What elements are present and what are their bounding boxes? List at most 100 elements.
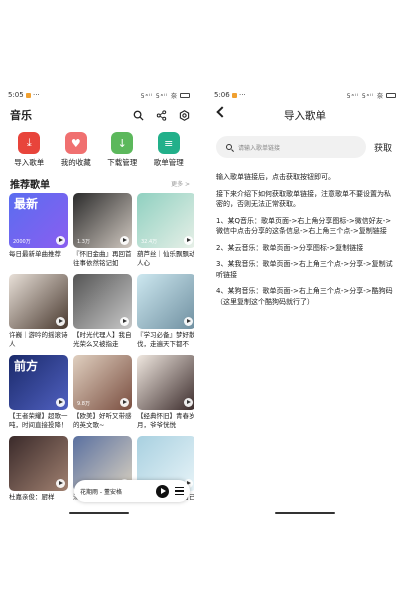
playlist-cover — [73, 274, 132, 329]
now-playing-title: 花期雨 - 董安格 — [80, 488, 122, 496]
playlist-cover: 1.3万 — [73, 193, 132, 248]
quick-actions: ⤓ 导入歌单 ♥ 我的收藏 ↓ 下载管理 ≡ 歌单管理 — [4, 132, 194, 168]
cover-text: 最新 — [14, 197, 39, 211]
playlist-card[interactable]: 『学习必备』梦好散伐，走遍天下都不 — [137, 274, 194, 351]
import-icon: ⤓ — [18, 132, 41, 154]
status-time: 5:05 — [8, 91, 24, 99]
play-icon[interactable] — [56, 236, 65, 245]
playlist-card[interactable]: 许巍｜游吟的摇滚诗人 — [9, 274, 68, 351]
play-icon[interactable] — [56, 479, 65, 488]
instruction-paragraph: 2、某云音乐：歌单页面->分享图标->复制链接 — [216, 243, 364, 252]
playlist-cover: 前方 — [9, 355, 68, 410]
playlist-name: 许巍｜游吟的摇滚诗人 — [9, 331, 68, 348]
status-bar: 5:06 ··· 5ᵃⁱˡ 5ᵃⁱˡ 奈 — [210, 88, 400, 102]
status-bar: 5:05 ··· 5ᵃⁱˡ 5ᵃⁱˡ 奈 — [4, 88, 194, 102]
notification-icon — [231, 92, 237, 98]
quick-action-label: 歌单管理 — [153, 158, 184, 167]
recommend-header: 推荐歌单 更多 > — [4, 176, 194, 191]
playlist-name: 【时光代理人】我自光荣么又被指走 — [73, 331, 132, 348]
import-playlist-screen: 5:06 ··· 5ᵃⁱˡ 5ᵃⁱˡ 奈 导入歌单 请输入歌单链接 获取 输入歌… — [210, 88, 400, 518]
playlist-card[interactable]: 前方 【王者荣耀】超歌一吨，时间直接投降！ — [9, 355, 68, 432]
playlist-icon: ≡ — [157, 132, 180, 154]
playlist-cover — [137, 355, 194, 410]
play-icon[interactable] — [56, 398, 65, 407]
playlist-card[interactable]: 9.8万【欧美】好听又带感的英文歌~ — [73, 355, 132, 432]
heart-icon: ♥ — [64, 132, 87, 154]
playlist-card[interactable]: 【经典怀旧】青春岁月，爷爷恍悦 — [137, 355, 194, 432]
instruction-paragraph: 4、某狗音乐：歌单页面->右上角三个点->分享->酷狗码（这里复制这个酷狗码就行… — [216, 287, 393, 306]
instruction-paragraph: 接下来介绍下如何获取歌单链接，注意歌单不要设置为私密的，否则无法正常获取。 — [216, 189, 391, 209]
input-placeholder: 请输入歌单链接 — [238, 144, 281, 152]
playlist-cover — [137, 274, 194, 329]
signal-icon: 5ᵃⁱˡ 5ᵃⁱˡ 奈 — [140, 92, 178, 100]
instruction-paragraph: 3、某我音乐：歌单页面->右上角三个点->分享->复制试听链接 — [216, 260, 393, 279]
more-link[interactable]: 更多 > — [171, 179, 190, 188]
playlist-name: 葫芦丝｜仙乐飘飘动人心 — [137, 250, 194, 267]
instructions: 输入歌单链接后，点击获取按钮即可。接下来介绍下如何获取歌单链接，注意歌单不要设置… — [210, 172, 400, 307]
header: 导入歌单 — [210, 102, 400, 128]
playlist-grid: 最新 2000万 每日最新单曲推荐 1.3万 『怀旧金曲』再回首往事依然铭记如 32.4万… — [4, 190, 194, 513]
status-time: 5:06 — [214, 91, 230, 99]
instruction-paragraph: 输入歌单链接后，点击获取按钮即可。 — [216, 173, 335, 181]
play-count: 1.3万 — [77, 239, 90, 245]
playlist-name: 每日最新单曲推荐 — [9, 250, 61, 258]
quick-action-label: 导入歌单 — [14, 158, 45, 167]
battery-icon — [386, 93, 396, 98]
playlist-cover: 9.8万 — [73, 355, 132, 410]
playlist-name: 【欧美】好听又带感的英文歌~ — [73, 412, 132, 429]
cover-text: 前方 — [14, 359, 39, 373]
fetch-button[interactable]: 获取 — [374, 141, 392, 154]
play-button-icon[interactable] — [156, 484, 169, 498]
search-icon[interactable] — [133, 110, 144, 121]
play-count: 32.4万 — [141, 239, 158, 245]
share-icon[interactable] — [156, 109, 167, 121]
play-icon[interactable] — [120, 236, 129, 245]
signal-icon: 5ᵃⁱˡ 5ᵃⁱˡ 奈 — [346, 92, 384, 100]
playlist-cover — [9, 436, 68, 491]
playlist-name: 杜嘉亲俊：厨样 — [9, 493, 55, 501]
playlist-card[interactable]: 最新 2000万每日最新单曲推荐 — [9, 193, 68, 270]
page-title: 导入歌单 — [284, 109, 326, 122]
playlist-link-input[interactable]: 请输入歌单链接 — [216, 136, 366, 158]
play-icon[interactable] — [184, 317, 193, 326]
quick-action-2[interactable]: ↓ 下载管理 — [100, 132, 144, 168]
settings-icon[interactable] — [179, 109, 190, 121]
search-icon — [226, 144, 232, 150]
playlist-name: 『怀旧金曲』再回首往事依然铭记如 — [73, 250, 132, 267]
playlist-card[interactable]: 杜嘉亲俊：厨样 — [9, 436, 68, 513]
app-bar: 音乐 — [4, 102, 194, 128]
quick-action-label: 下载管理 — [107, 158, 138, 167]
music-home-screen: 5:05 ··· 5ᵃⁱˡ 5ᵃⁱˡ 奈 音乐 ⤓ 导入歌单 ♥ 我的收藏 ↓ 下载管理 ≡… — [4, 88, 194, 518]
playlist-card[interactable]: 【时光代理人】我自光荣么又被指走 — [73, 274, 132, 351]
quick-action-3[interactable]: ≡ 歌单管理 — [147, 132, 191, 168]
notification-icon — [25, 92, 31, 98]
playlist-cover — [9, 274, 68, 329]
quick-action-0[interactable]: ⤓ 导入歌单 — [7, 132, 51, 168]
mini-player[interactable]: 花期雨 - 董安格 — [74, 480, 190, 502]
playlist-card[interactable]: 1.3万『怀旧金曲』再回首往事依然铭记如 — [73, 193, 132, 270]
play-icon[interactable] — [184, 398, 193, 407]
play-count: 2000万 — [13, 239, 31, 245]
quick-action-label: 我的收藏 — [60, 158, 91, 167]
link-input-row: 请输入歌单链接 获取 — [210, 136, 400, 158]
instruction-paragraph: 1、某Q音乐：歌单页面->右上角分享图标->微信好友->微信中点击分享的这条信息… — [216, 216, 392, 236]
playlist-cover: 32.4万 — [137, 193, 194, 248]
play-icon[interactable] — [120, 398, 129, 407]
status-dots: ··· — [32, 91, 40, 99]
playlist-card[interactable]: 32.4万葫芦丝｜仙乐飘飘动人心 — [137, 193, 194, 270]
battery-icon — [180, 93, 190, 98]
status-dots: ··· — [238, 91, 246, 99]
play-icon[interactable] — [184, 236, 193, 245]
page-title: 音乐 — [10, 109, 32, 122]
playlist-name: 【经典怀旧】青春岁月，爷爷恍悦 — [137, 412, 194, 429]
play-icon[interactable] — [120, 317, 129, 326]
download-icon: ↓ — [111, 132, 134, 154]
back-arrow-icon[interactable] — [216, 106, 228, 118]
quick-action-1[interactable]: ♥ 我的收藏 — [54, 132, 98, 168]
play-count: 9.8万 — [77, 401, 90, 407]
play-icon[interactable] — [56, 317, 65, 326]
playlist-cover: 最新 2000万 — [9, 193, 68, 248]
playlist-name: 『学习必备』梦好散伐，走遍天下都不 — [137, 331, 194, 348]
queue-icon[interactable] — [175, 487, 184, 495]
home-indicator — [275, 512, 335, 514]
